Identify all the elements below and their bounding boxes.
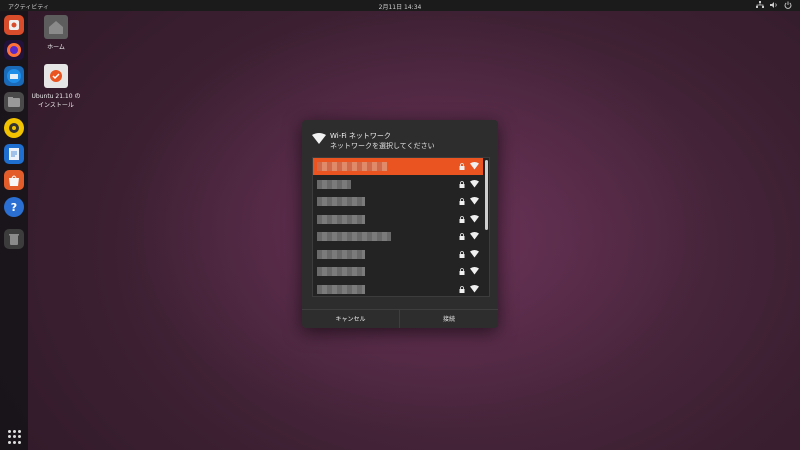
rhythmbox-icon[interactable] [4, 118, 24, 138]
signal-strength-icon [470, 267, 479, 275]
lock-icon [459, 250, 465, 258]
network-row[interactable]: ████████ [313, 246, 483, 263]
clock[interactable]: 2月11日 14:34 [0, 2, 800, 11]
scrollbar[interactable] [485, 160, 488, 230]
wifi-dialog: Wi-Fi ネットワーク ネットワークを選択してください ███████████… [302, 120, 498, 328]
libreoffice-writer-icon[interactable] [4, 144, 24, 164]
signal-strength-icon [470, 284, 479, 292]
system-tray[interactable] [756, 1, 792, 9]
desktop-home-icon[interactable]: ホーム [30, 15, 82, 51]
desktop-icon-label: ホーム [47, 44, 65, 51]
volume-icon[interactable] [770, 1, 778, 9]
signal-strength-icon [470, 249, 479, 257]
dialog-header: Wi-Fi ネットワーク ネットワークを選択してください [312, 130, 492, 154]
network-row[interactable]: ████████ [313, 193, 483, 210]
home-folder-icon [44, 15, 68, 39]
network-name: ████████ [317, 267, 365, 276]
network-list[interactable]: ████████████████████████████████████████… [312, 157, 490, 297]
network-name: ██████████ [317, 162, 387, 171]
network-name: ████████████████ [317, 232, 391, 241]
signal-strength-icon [470, 197, 479, 205]
lock-icon [459, 180, 465, 188]
network-name: ████████ [317, 197, 365, 206]
lock-icon [459, 233, 465, 240]
network-row[interactable]: ████████ [313, 263, 483, 280]
network-row[interactable]: ████████████████ [313, 228, 483, 245]
network-row[interactable]: ████████ [313, 281, 483, 297]
network-name: ████████ [317, 214, 365, 224]
firefox-icon[interactable] [4, 40, 24, 60]
thunderbird-icon[interactable] [4, 66, 24, 86]
wifi-icon [312, 133, 326, 144]
network-name: █████ [317, 179, 351, 189]
help-icon[interactable]: ? [4, 197, 24, 217]
lock-icon [459, 268, 465, 275]
ubuntu-software-icon[interactable] [4, 170, 24, 190]
lock-icon [459, 198, 465, 205]
lock-icon [459, 285, 465, 293]
network-row[interactable]: ████████ [313, 211, 483, 228]
files-icon[interactable] [4, 92, 24, 112]
network-row[interactable]: ██████████ [313, 158, 483, 175]
desktop-install-ubuntu-icon[interactable]: Ubuntu 21.10 のインストール [30, 64, 82, 109]
signal-strength-icon [470, 162, 479, 170]
dialog-title: Wi-Fi ネットワーク [330, 132, 391, 140]
top-bar: アクティビティ 2月11日 14:34 [0, 0, 800, 11]
install-ubuntu-icon[interactable] [4, 15, 24, 35]
dialog-subtitle: ネットワークを選択してください [330, 142, 435, 150]
network-row[interactable]: █████ [313, 176, 483, 193]
signal-strength-icon [470, 214, 479, 222]
show-applications-icon[interactable] [8, 430, 22, 444]
connect-button[interactable]: 接続 [400, 310, 498, 328]
network-name: ████████ [317, 249, 365, 259]
dialog-buttons: キャンセル 接続 [302, 309, 498, 328]
installer-icon [44, 64, 68, 88]
power-icon[interactable] [784, 1, 792, 9]
lock-icon [459, 215, 465, 223]
network-icon[interactable] [756, 1, 764, 9]
dock: ? [0, 11, 28, 450]
network-name: ████████ [317, 284, 365, 294]
signal-strength-icon [470, 179, 479, 187]
signal-strength-icon [470, 232, 479, 240]
desktop-icon-label: Ubuntu 21.10 のインストール [31, 93, 81, 109]
trash-icon[interactable] [4, 229, 24, 249]
cancel-button[interactable]: キャンセル [302, 310, 400, 328]
lock-icon [459, 163, 465, 170]
